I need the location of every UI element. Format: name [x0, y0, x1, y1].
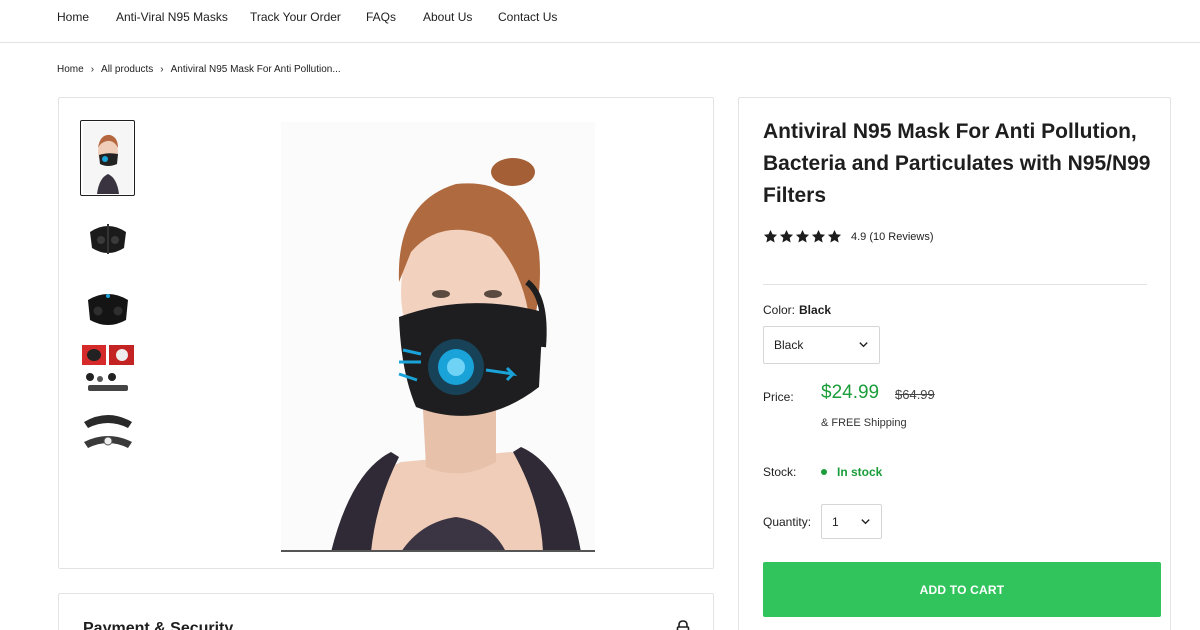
nav-link-contact-us[interactable]: Contact Us — [498, 10, 557, 24]
quantity-select[interactable]: 1 — [821, 504, 882, 539]
stock-status: In stock — [821, 465, 882, 479]
woman-wearing-mask-thumbnail-image — [82, 122, 133, 194]
product-info-panel: Antiviral N95 Mask For Anti Pollution, B… — [738, 97, 1171, 630]
color-option-label: Color: Black — [763, 303, 831, 317]
nav-link-anti-viral-masks[interactable]: Anti-Viral N95 Masks — [116, 10, 228, 24]
breadcrumb-current: Antiviral N95 Mask For Anti Pollution... — [170, 64, 341, 75]
main-product-image[interactable] — [281, 122, 595, 552]
price-label: Price: — [763, 390, 794, 404]
top-navigation: Home Anti-Viral N95 Masks Track Your Ord… — [0, 0, 1200, 43]
nav-link-faqs[interactable]: FAQs — [366, 10, 396, 24]
quantity-value: 1 — [832, 514, 839, 529]
mask-accessories-thumbnail-image — [81, 344, 134, 395]
stock-value: In stock — [837, 465, 883, 479]
thumbnail-woman-wearing-mask[interactable] — [80, 120, 135, 196]
shipping-note: & FREE Shipping — [821, 417, 907, 429]
star-icon — [827, 229, 842, 243]
rating-stars — [763, 229, 842, 244]
breadcrumb-all-products[interactable]: All products — [101, 64, 153, 75]
nav-link-track-order[interactable]: Track Your Order — [250, 10, 341, 24]
payment-security-title: Payment & Security — [83, 620, 234, 630]
product-gallery — [58, 97, 714, 569]
color-select[interactable]: Black — [763, 326, 880, 364]
chevron-down-icon — [858, 339, 869, 353]
nav-link-home[interactable]: Home — [57, 10, 89, 24]
stock-label: Stock: — [763, 465, 797, 479]
original-price: $64.99 — [895, 387, 935, 402]
nav-link-about-us[interactable]: About Us — [423, 10, 472, 24]
sale-price: $24.99 — [821, 382, 880, 403]
star-icon — [811, 229, 826, 243]
breadcrumb-separator: › — [160, 64, 164, 75]
product-rating[interactable]: 4.9 (10 Reviews) — [763, 229, 934, 244]
add-to-cart-button[interactable]: ADD TO CART — [763, 562, 1161, 617]
breadcrumb-home[interactable]: Home — [57, 64, 84, 75]
color-label: Color: — [763, 303, 796, 317]
woman-wearing-mask-image — [281, 122, 595, 552]
thumbnail-mask-accessories[interactable] — [80, 342, 135, 397]
divider — [763, 284, 1147, 285]
chevron-down-icon — [860, 516, 871, 530]
thumbnail-mask-parts[interactable] — [80, 402, 135, 457]
breadcrumb-separator: › — [90, 64, 95, 75]
breadcrumb: Home › All products › Antiviral N95 Mask… — [57, 64, 341, 75]
color-select-value: Black — [774, 338, 804, 352]
star-icon — [795, 229, 810, 243]
color-value: Black — [799, 303, 832, 317]
star-icon — [779, 229, 794, 243]
in-stock-dot-icon — [821, 469, 827, 475]
product-title: Antiviral N95 Mask For Anti Pollution, B… — [763, 120, 1151, 207]
quantity-label: Quantity: — [763, 515, 812, 529]
star-icon — [763, 229, 778, 243]
lock-icon — [676, 620, 690, 630]
rating-text: 4.9 (10 Reviews) — [851, 230, 934, 243]
mask-parts-thumbnail-image — [83, 414, 132, 448]
mask-side-thumbnail-image — [87, 293, 128, 325]
mask-front-thumbnail-image — [89, 223, 126, 254]
thumbnail-mask-side-view[interactable] — [80, 280, 135, 335]
payment-security-section[interactable]: Payment & Security — [58, 593, 714, 630]
thumbnail-mask-front-view[interactable] — [80, 210, 135, 265]
